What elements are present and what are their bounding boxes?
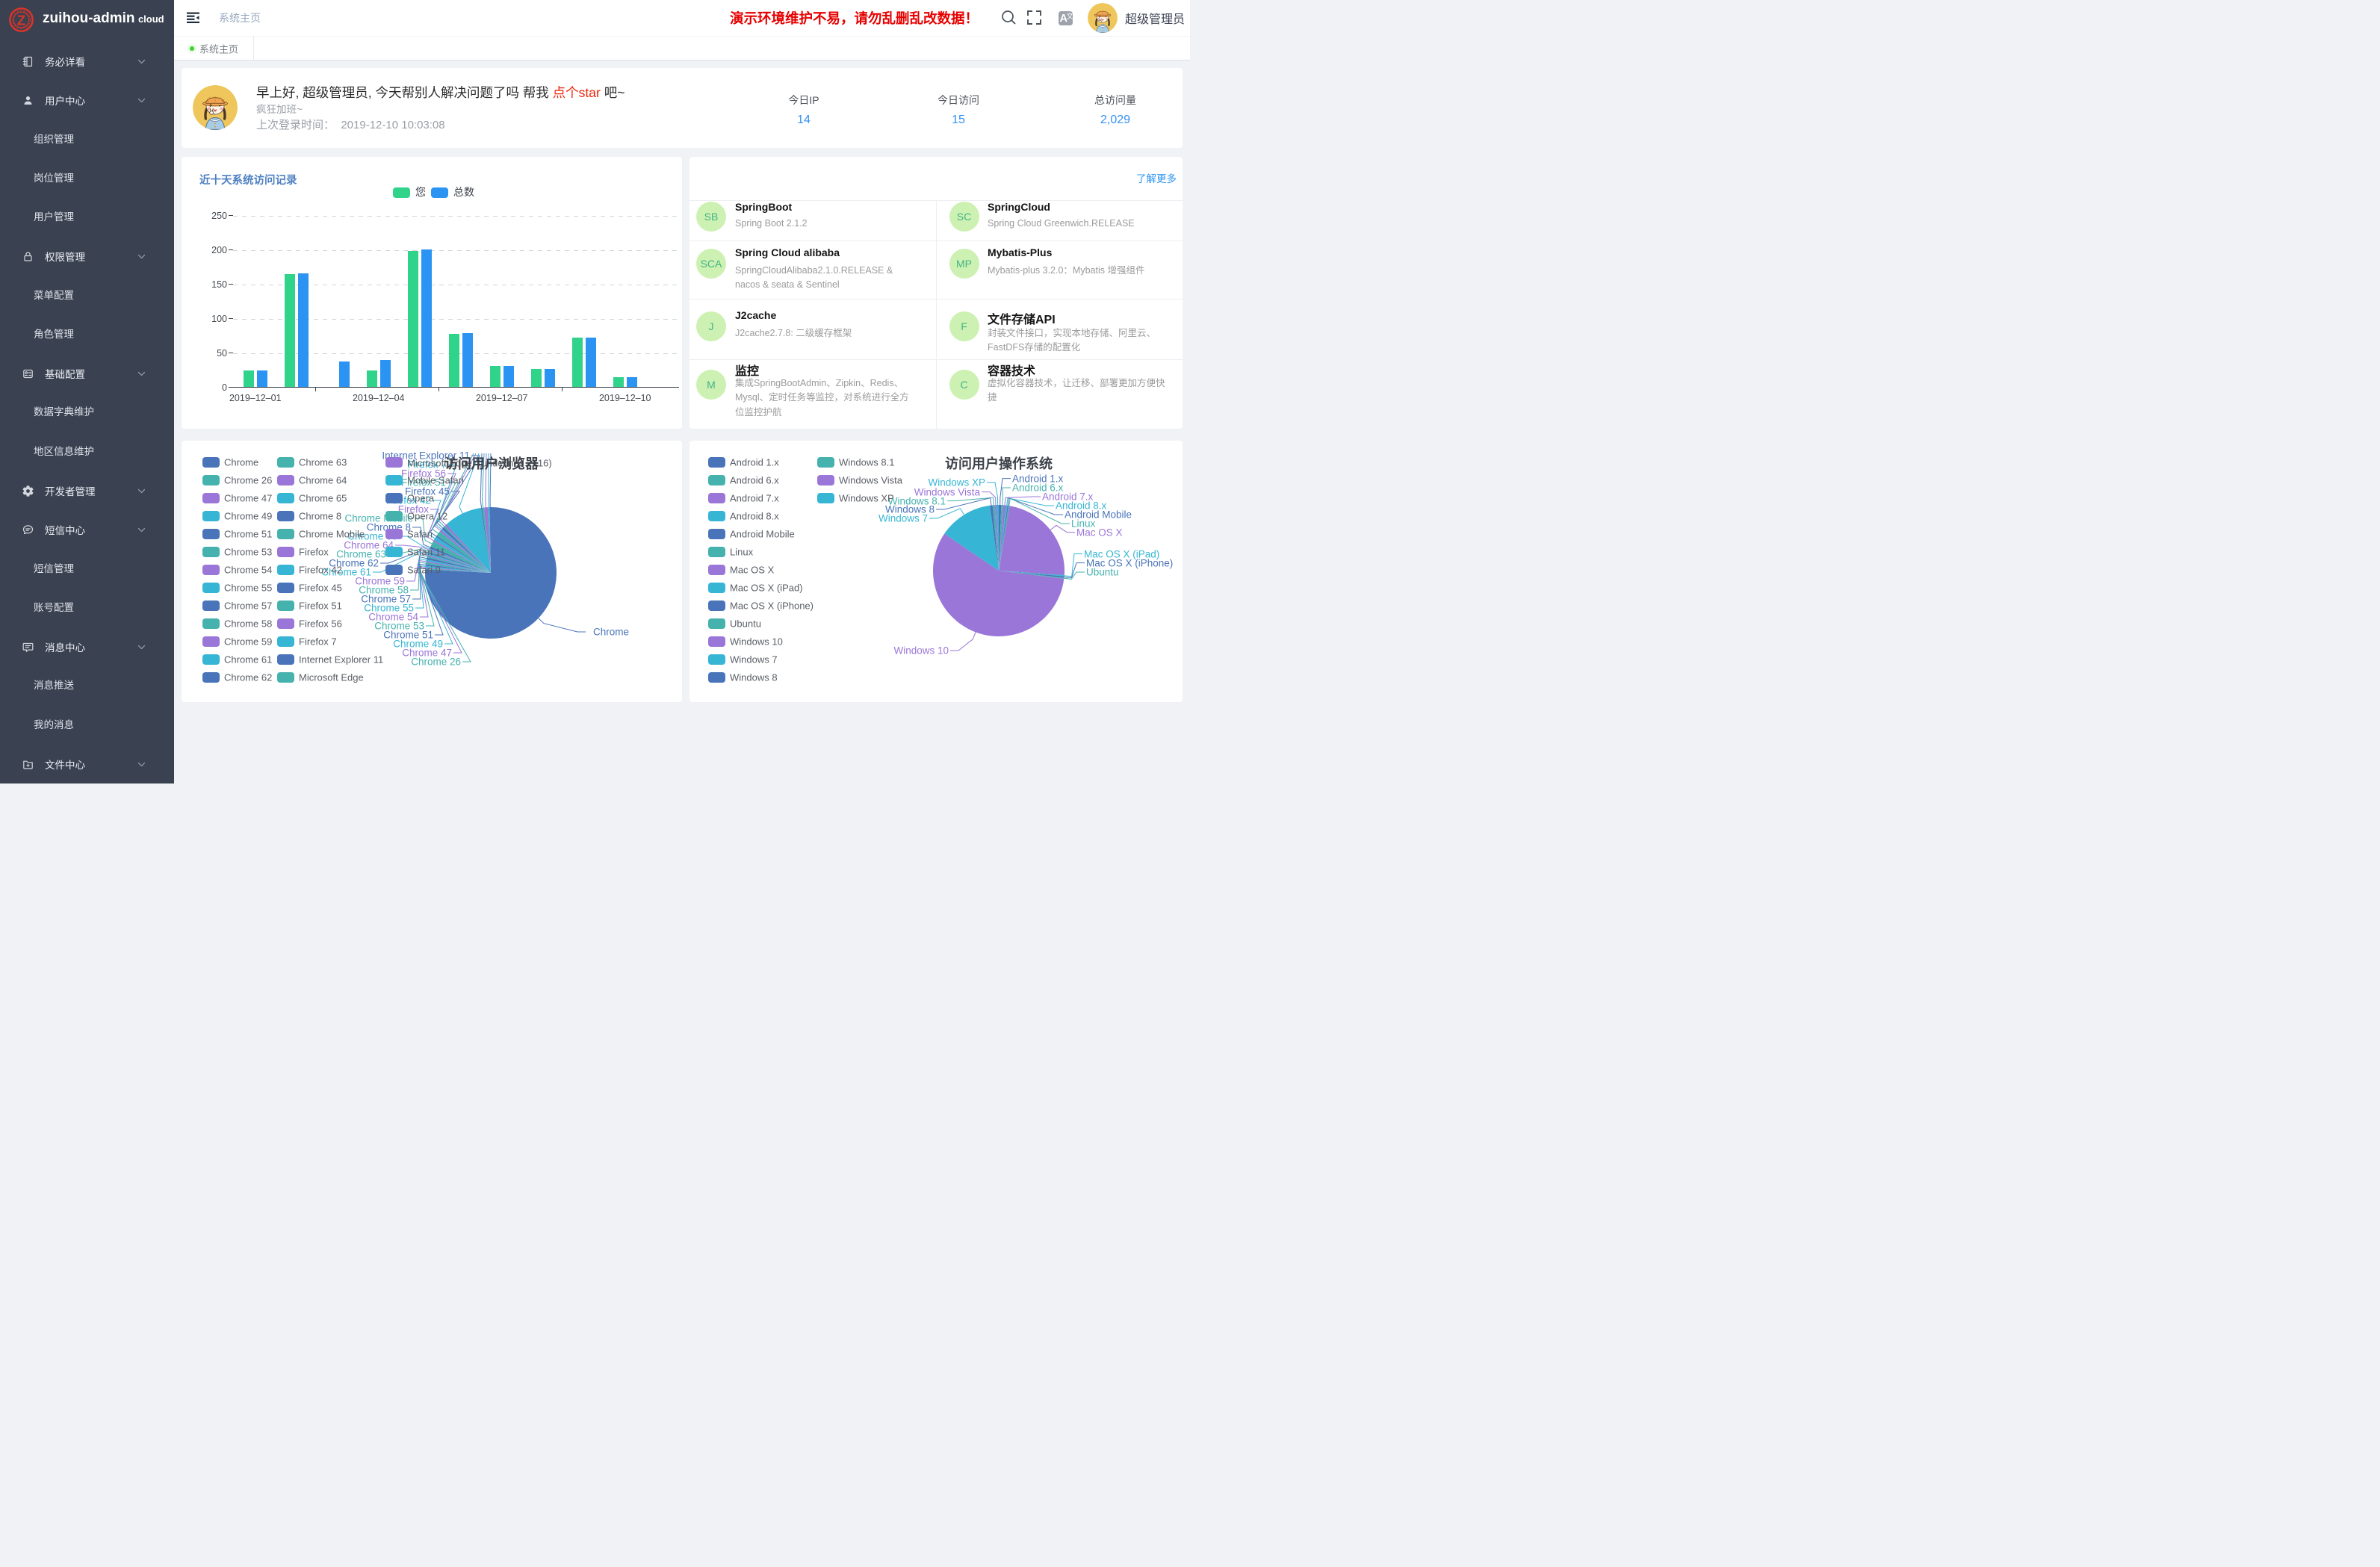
svg-text:Z: Z — [17, 12, 25, 28]
